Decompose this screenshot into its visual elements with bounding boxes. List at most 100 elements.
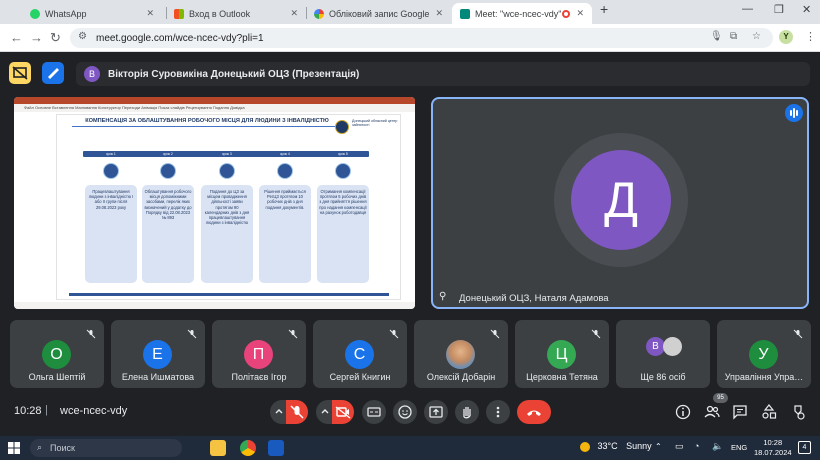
pin-icon[interactable]: ⚲ [439,291,446,302]
step-card: Подання до ЦЗ за місцем провадження діял… [201,185,253,283]
taskbar-time: 10:28 [763,438,783,447]
people-icon[interactable] [702,402,722,422]
weather-text: Sunny [626,441,652,451]
reactions-button[interactable] [393,400,417,424]
reload-icon[interactable]: ↻ [50,30,61,46]
info-icon[interactable] [673,402,693,422]
windows-taskbar: Поиск ⌕ 33°C Sunny ⌃ ▭ ◔ 🔈 ENG 10:28 18.… [0,436,820,460]
participant-name: Олексій Добарін [426,372,496,382]
camera-off-icon [335,406,351,419]
notifications-icon[interactable]: 4 [798,441,811,454]
search-icon: ⌕ [37,442,43,452]
chat-icon[interactable] [730,402,750,422]
participant-name: Ольга Шептій [28,372,86,382]
employment-center-logo-icon [335,120,349,134]
stop-presenting-icon[interactable] [9,62,31,84]
close-icon[interactable]: ✕ [146,8,154,19]
tab-meet[interactable]: Meet: "wce-ncec-vdy" ✕ [452,3,592,24]
main-participant-tile[interactable]: Д ⚲ Донецький ОЦЗ, Наталя Адамова [431,97,809,309]
mic-off-icon [793,329,803,339]
meet-icon [460,8,470,19]
participant-tile[interactable]: Е Елена Ишматова [111,320,205,388]
chrome-icon[interactable] [240,440,256,456]
tab-whatsapp[interactable]: WhatsApp ✕ [22,3,162,24]
raise-hand-button[interactable] [455,400,479,424]
site-info-icon[interactable]: ⚙ [78,31,87,42]
powerpoint-statusbar [14,302,415,309]
close-icon[interactable]: ✕ [576,8,584,19]
more-options-button[interactable] [486,400,510,424]
browser-toolbar: ← → ↻ ⚙ meet.google.com/wce-ncec-vdy?pli… [0,24,820,52]
whatsapp-icon [30,8,40,19]
more-participants-tile[interactable]: В Ще 86 осіб [616,320,710,388]
slide-footer-line [69,293,389,296]
powerpoint-titlebar [14,97,415,104]
minimize-button[interactable]: — [742,3,753,15]
participant-avatar: О [42,340,71,369]
volume-icon[interactable]: 🔈 [712,441,723,452]
tab-google-account[interactable]: Обліковий запис Google ✕ [306,3,451,24]
activities-icon[interactable] [759,402,779,422]
participant-tile[interactable]: Ц Церковна Тетяна [515,320,609,388]
close-icon[interactable]: ✕ [435,8,443,19]
decision-icon [277,163,293,179]
menu-icon[interactable]: ⋮ [805,30,816,43]
step-label: крок 1 [106,152,116,156]
address-bar[interactable]: ⚙ meet.google.com/wce-ncec-vdy?pli=1 🎙 ⧉… [70,28,773,48]
tab-outlook[interactable]: Вход в Outlook ✕ [166,3,306,24]
host-controls-icon[interactable] [788,402,808,422]
windows-start-icon[interactable] [8,442,20,454]
meeting-code: wce-ncec-vdy [60,405,128,417]
microphone-toggle[interactable] [286,400,308,424]
microphone-icon[interactable]: 🎙 [710,31,723,42]
sun-icon [580,441,590,452]
participant-tile[interactable]: Олексій Добарін [414,320,508,388]
file-explorer-icon[interactable] [210,440,226,456]
participant-photo [446,340,475,369]
step-card: Працевлаштування людини з інвалідністю І… [85,185,137,283]
presenter-label: Вікторія Суровикіна Донецький ОЦЗ (Презе… [108,68,360,80]
tab-label: Вход в Outlook [189,8,251,19]
participant-avatar: Е [143,340,172,369]
presenter-bar: В Вікторія Суровикіна Донецький ОЦЗ (Пре… [76,62,810,86]
forward-icon[interactable]: → [30,30,43,45]
leave-call-button[interactable] [517,400,551,424]
present-button[interactable] [424,400,448,424]
translate-icon[interactable]: ⧉ [730,31,737,42]
camera-toggle[interactable] [332,400,354,424]
taskbar-search[interactable]: Поиск [30,439,182,457]
participant-photo [663,337,682,356]
bookmark-star-icon[interactable]: ☆ [752,31,761,42]
title-underline [72,126,342,127]
weather-widget[interactable]: 33°C Sunny [580,441,652,452]
captions-button[interactable] [362,400,386,424]
participant-name: Політаєв Ігор [231,372,287,382]
participant-tile[interactable]: П Політаєв Ігор [212,320,306,388]
restore-button[interactable]: ❐ [774,3,784,16]
step-label: крок 5 [338,152,348,156]
participant-tile[interactable]: О Ольга Шептій [10,320,104,388]
mic-off-icon [490,329,500,339]
close-icon[interactable]: ✕ [290,8,298,19]
taskbar-date: 18.07.2024 [754,448,792,457]
wifi-icon[interactable]: ◔ [694,441,699,451]
tab-label: WhatsApp [45,8,87,19]
profile-avatar[interactable]: Y [779,30,793,44]
back-icon[interactable]: ← [10,30,23,45]
tray-chevron-icon[interactable]: ⌃ [655,442,662,451]
tab-strip: WhatsApp ✕ Вход в Outlook ✕ Обліковий за… [0,0,820,24]
participant-tile[interactable]: У Управління Упра… [717,320,811,388]
microsoft-icon [174,8,184,19]
input-language[interactable]: ENG [731,443,747,452]
payment-icon [335,163,351,179]
powerpoint-ribbon: Файл Основне Вставлення Малювання Констр… [14,104,415,112]
participant-tile[interactable]: С Сергей Книгин [313,320,407,388]
word-icon[interactable] [268,440,284,456]
step-card: Отримання компенсації протягом 5 робочих… [317,185,369,283]
new-tab-button[interactable]: + [600,1,608,17]
close-window-button[interactable]: ✕ [802,3,811,16]
whiteboard-icon[interactable] [42,62,64,84]
participant-avatar: П [244,340,273,369]
taskbar-clock[interactable]: 10:28 18.07.2024 [754,438,792,458]
network-icon[interactable]: ▭ [675,441,684,452]
